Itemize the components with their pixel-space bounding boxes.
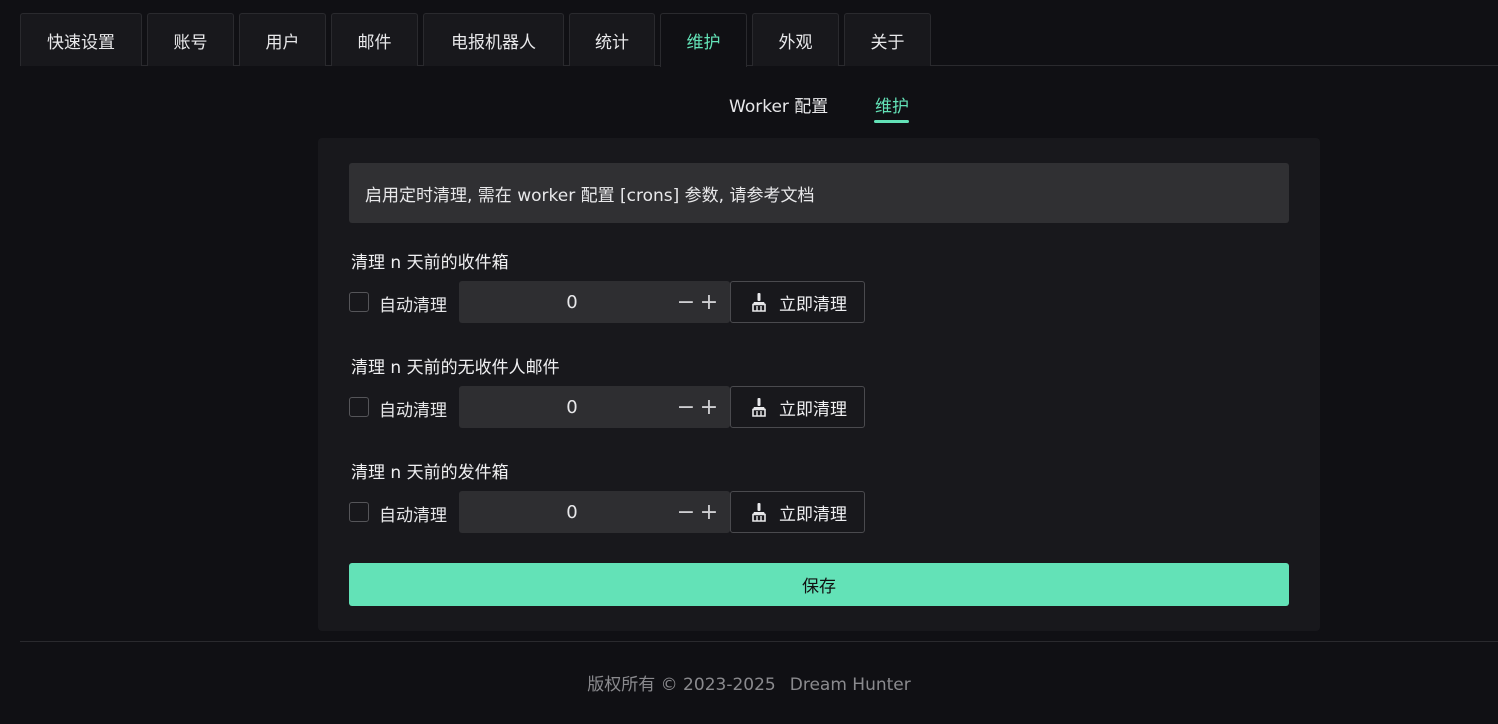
- tab-statistics[interactable]: 统计: [569, 13, 655, 66]
- clean-unknown-now-button[interactable]: 立即清理: [730, 386, 865, 428]
- sub-tab-bar: Worker 配置 维护: [0, 90, 1498, 126]
- sendbox-days-value[interactable]: 0: [459, 491, 685, 533]
- minus-icon[interactable]: −: [675, 491, 697, 533]
- tab-appearance[interactable]: 外观: [752, 13, 839, 66]
- clean-now-label: 立即清理: [779, 504, 847, 525]
- broom-icon: [752, 398, 766, 417]
- inbox-clean-row: 自动清理 0 − + 立即清理: [349, 281, 869, 323]
- tab-users[interactable]: 用户: [239, 13, 326, 66]
- clean-inbox-now-button[interactable]: 立即清理: [730, 281, 865, 323]
- clean-now-label: 立即清理: [779, 294, 847, 315]
- sendbox-days-input[interactable]: 0 − +: [459, 491, 730, 533]
- tab-telegram-bot[interactable]: 电报机器人: [423, 13, 564, 66]
- unknown-clean-row: 自动清理 0 − + 立即清理: [349, 386, 869, 428]
- tab-maintenance[interactable]: 维护: [660, 13, 747, 67]
- unknown-days-input[interactable]: 0 − +: [459, 386, 730, 428]
- section-title-sendbox: 清理 n 天前的发件箱: [351, 463, 509, 483]
- tab-quick-setup[interactable]: 快速设置: [20, 13, 142, 66]
- auto-clean-label: 自动清理: [379, 401, 447, 421]
- inbox-days-input[interactable]: 0 − +: [459, 281, 730, 323]
- auto-clean-label: 自动清理: [379, 296, 447, 316]
- footer-divider: [20, 641, 1498, 642]
- section-title-unknown: 清理 n 天前的无收件人邮件: [351, 358, 560, 378]
- top-tab-bar: 快速设置 账号 用户 邮件 电报机器人 统计 维护 外观 关于: [20, 13, 1498, 67]
- sendbox-clean-row: 自动清理 0 − + 立即清理: [349, 491, 869, 533]
- minus-icon[interactable]: −: [675, 386, 697, 428]
- maintenance-page: 快速设置 账号 用户 邮件 电报机器人 统计 维护 外观 关于 Worker 配…: [0, 0, 1498, 724]
- plus-icon[interactable]: +: [698, 281, 720, 323]
- tab-account[interactable]: 账号: [147, 13, 234, 66]
- inbox-days-value[interactable]: 0: [459, 281, 685, 323]
- footer-copyright: 版权所有 © 2023-2025: [587, 675, 776, 695]
- auto-clean-inbox-checkbox[interactable]: [349, 292, 369, 312]
- auto-clean-label: 自动清理: [379, 506, 447, 526]
- plus-icon[interactable]: +: [698, 386, 720, 428]
- auto-clean-unknown-checkbox[interactable]: [349, 397, 369, 417]
- save-button[interactable]: 保存: [349, 563, 1289, 606]
- clean-sendbox-now-button[interactable]: 立即清理: [730, 491, 865, 533]
- unknown-days-value[interactable]: 0: [459, 386, 685, 428]
- auto-clean-sendbox-checkbox[interactable]: [349, 502, 369, 522]
- footer: 版权所有 © 2023-2025 Dream Hunter: [0, 670, 1498, 695]
- minus-icon[interactable]: −: [675, 281, 697, 323]
- subtab-active-indicator: [874, 120, 909, 123]
- plus-icon[interactable]: +: [698, 491, 720, 533]
- tab-mails[interactable]: 邮件: [331, 13, 418, 66]
- broom-icon: [752, 293, 766, 312]
- footer-author: Dream Hunter: [789, 675, 911, 695]
- maintenance-card: 启用定时清理, 需在 worker 配置 [crons] 参数, 请参考文档 清…: [318, 138, 1320, 631]
- cron-info-alert: 启用定时清理, 需在 worker 配置 [crons] 参数, 请参考文档: [349, 163, 1289, 223]
- subtab-worker-config[interactable]: Worker 配置: [729, 92, 828, 117]
- broom-icon: [752, 503, 766, 522]
- clean-now-label: 立即清理: [779, 399, 847, 420]
- tab-about[interactable]: 关于: [844, 13, 931, 66]
- subtab-maintenance[interactable]: 维护: [875, 92, 909, 117]
- section-title-inbox: 清理 n 天前的收件箱: [351, 253, 509, 273]
